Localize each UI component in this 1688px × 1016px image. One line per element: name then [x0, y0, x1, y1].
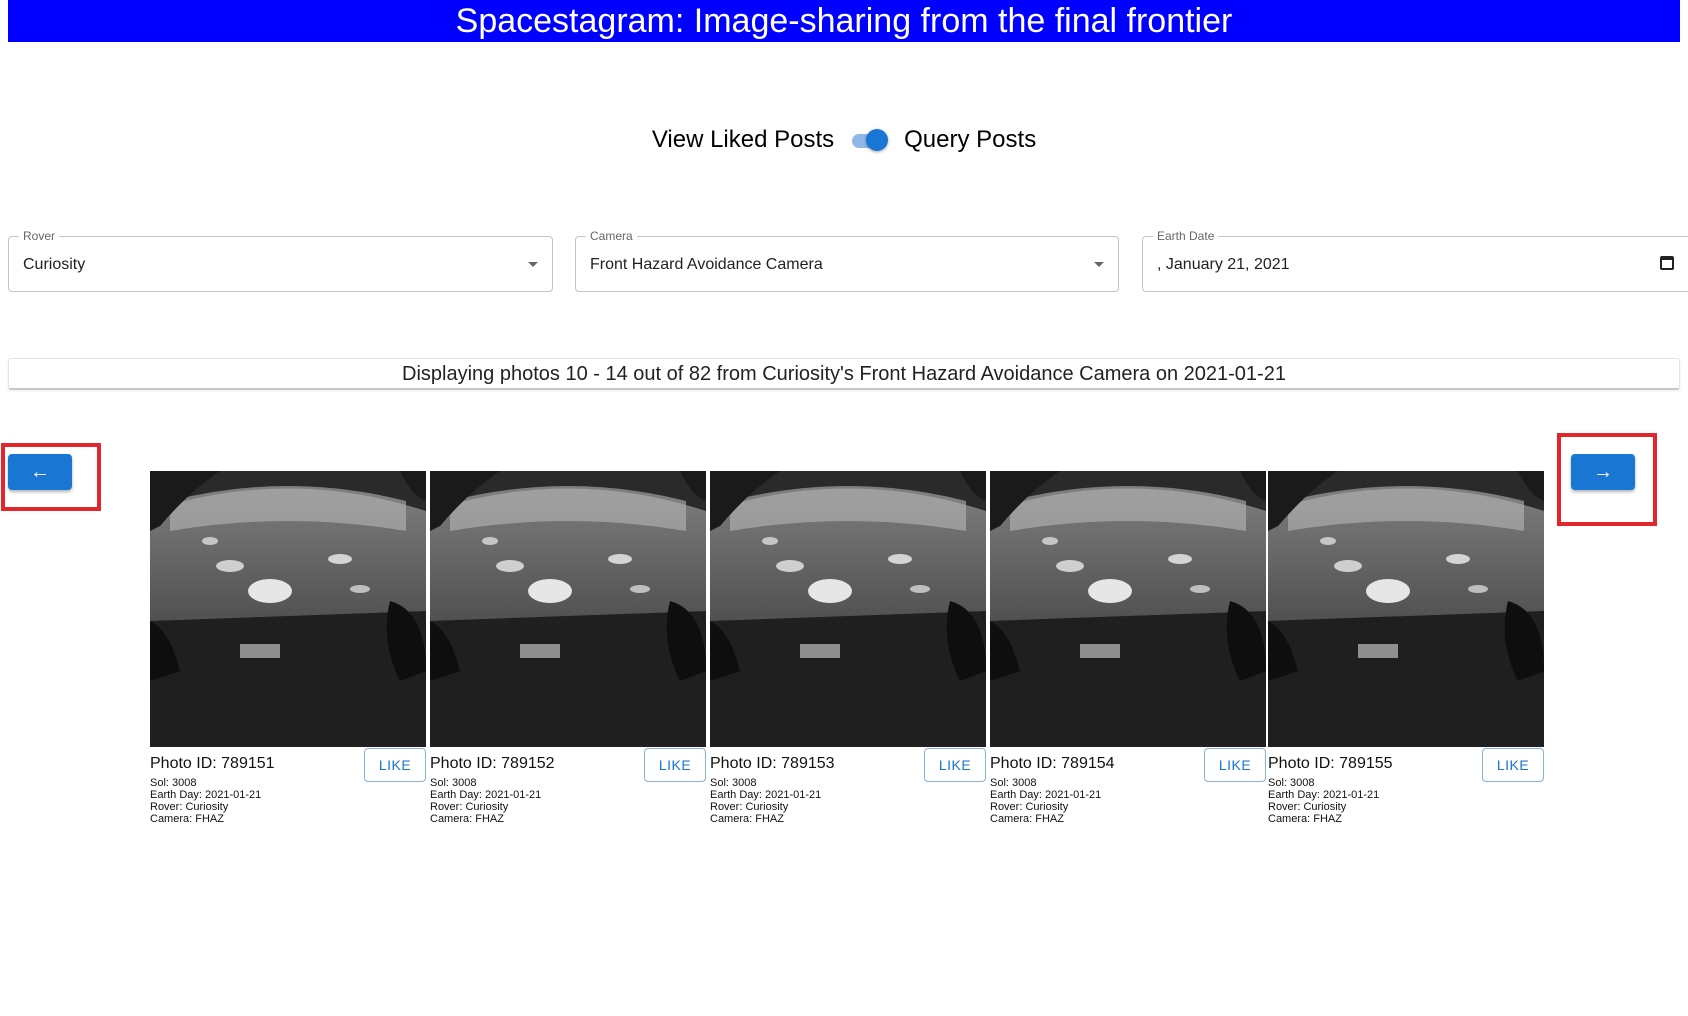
view-mode-switch[interactable] — [848, 127, 890, 153]
app-header: Spacestagram: Image-sharing from the fin… — [8, 0, 1680, 42]
photo-id: Photo ID: 789153 — [710, 755, 835, 772]
photo-earth-day: Earth Day: 2021-01-21 — [1268, 789, 1380, 801]
photo-card: Photo ID: 789153 Sol: 3008 Earth Day: 20… — [710, 471, 986, 831]
photo-card-info: Photo ID: 789151 Sol: 3008 Earth Day: 20… — [150, 747, 426, 831]
photo-card: Photo ID: 789151 Sol: 3008 Earth Day: 20… — [150, 471, 426, 831]
results-summary-text: Displaying photos 10 - 14 out of 82 from… — [402, 363, 1286, 385]
photo-id: Photo ID: 789155 — [1268, 755, 1393, 772]
view-liked-posts-label: View Liked Posts — [651, 126, 835, 153]
photo-sol: Sol: 3008 — [990, 777, 1037, 789]
photo-card: Photo ID: 789155 Sol: 3008 Earth Day: 20… — [1268, 471, 1544, 831]
photo-metadata: Sol: 3008 Earth Day: 2021-01-21 Rover: C… — [150, 777, 261, 825]
calendar-icon[interactable] — [1660, 256, 1674, 270]
photo-id: Photo ID: 789154 — [990, 755, 1115, 772]
photo-sol: Sol: 3008 — [150, 777, 197, 789]
app-title: Spacestagram: Image-sharing from the fin… — [455, 2, 1233, 40]
rover-photo-image — [990, 471, 1266, 747]
rover-photo-image — [1268, 471, 1544, 747]
photo-rover: Rover: Curiosity — [990, 801, 1069, 813]
rover-photo-image — [150, 471, 426, 747]
photo-camera: Camera: FHAZ — [990, 813, 1064, 825]
photo-metadata: Sol: 3008 Earth Day: 2021-01-21 Rover: C… — [990, 777, 1101, 825]
results-summary: Displaying photos 10 - 14 out of 82 from… — [8, 358, 1680, 390]
photo-sol: Sol: 3008 — [710, 777, 757, 789]
photo-card-info: Photo ID: 789153 Sol: 3008 Earth Day: 20… — [710, 747, 986, 831]
rover-photo-image — [430, 471, 706, 747]
photo-card-info: Photo ID: 789155 Sol: 3008 Earth Day: 20… — [1268, 747, 1544, 831]
photo-sol: Sol: 3008 — [430, 777, 477, 789]
photo-metadata: Sol: 3008 Earth Day: 2021-01-21 Rover: C… — [430, 777, 541, 825]
photo-sol: Sol: 3008 — [1268, 777, 1315, 789]
photo-rover: Rover: Curiosity — [710, 801, 789, 813]
earth-date-value[interactable]: , January 21, 2021 — [1157, 237, 1290, 293]
photo-card: Photo ID: 789152 Sol: 3008 Earth Day: 20… — [430, 471, 706, 831]
like-button[interactable]: LIKE — [924, 748, 986, 782]
photo-camera: Camera: FHAZ — [710, 813, 784, 825]
photo-camera: Camera: FHAZ — [1268, 813, 1342, 825]
like-button[interactable]: LIKE — [364, 748, 426, 782]
photo-rover: Rover: Curiosity — [150, 801, 229, 813]
camera-value: Front Hazard Avoidance Camera — [590, 256, 823, 273]
photo-metadata: Sol: 3008 Earth Day: 2021-01-21 Rover: C… — [710, 777, 821, 825]
rover-value: Curiosity — [23, 256, 86, 273]
like-button[interactable]: LIKE — [644, 748, 706, 782]
switch-thumb[interactable] — [866, 129, 889, 151]
camera-select[interactable]: Camera Front Hazard Avoidance Camera — [575, 229, 1119, 292]
query-posts-label: Query Posts — [904, 126, 1037, 153]
view-toggle-row: View Liked Posts Query Posts — [0, 120, 1688, 160]
earth-date-input[interactable]: Earth Date , January 21, 2021 — [1142, 229, 1688, 293]
photo-card-info: Photo ID: 789154 Sol: 3008 Earth Day: 20… — [990, 747, 1266, 831]
like-button[interactable]: LIKE — [1482, 748, 1544, 782]
photo-earth-day: Earth Day: 2021-01-21 — [430, 789, 542, 801]
chevron-down-icon[interactable] — [1094, 262, 1104, 267]
photo-earth-day: Earth Day: 2021-01-21 — [990, 789, 1102, 801]
photo-rover: Rover: Curiosity — [430, 801, 509, 813]
photo-camera: Camera: FHAZ — [150, 813, 224, 825]
photo-camera: Camera: FHAZ — [430, 813, 504, 825]
photo-rover: Rover: Curiosity — [1268, 801, 1347, 813]
rover-photo-image — [710, 471, 986, 747]
photo-id: Photo ID: 789152 — [430, 755, 555, 772]
photo-card-info: Photo ID: 789152 Sol: 3008 Earth Day: 20… — [430, 747, 706, 831]
photo-metadata: Sol: 3008 Earth Day: 2021-01-21 Rover: C… — [1268, 777, 1379, 825]
photo-earth-day: Earth Day: 2021-01-21 — [150, 789, 262, 801]
like-button[interactable]: LIKE — [1204, 748, 1266, 782]
rover-select[interactable]: Rover Curiosity — [8, 229, 553, 292]
prev-page-button[interactable]: ← — [8, 454, 72, 490]
photo-card: Photo ID: 789154 Sol: 3008 Earth Day: 20… — [990, 471, 1266, 831]
photo-gallery: Photo ID: 789151 Sol: 3008 Earth Day: 20… — [150, 471, 1544, 831]
photo-id: Photo ID: 789151 — [150, 755, 275, 772]
next-page-button[interactable]: → — [1571, 454, 1635, 490]
chevron-down-icon[interactable] — [528, 262, 538, 267]
photo-earth-day: Earth Day: 2021-01-21 — [710, 789, 822, 801]
